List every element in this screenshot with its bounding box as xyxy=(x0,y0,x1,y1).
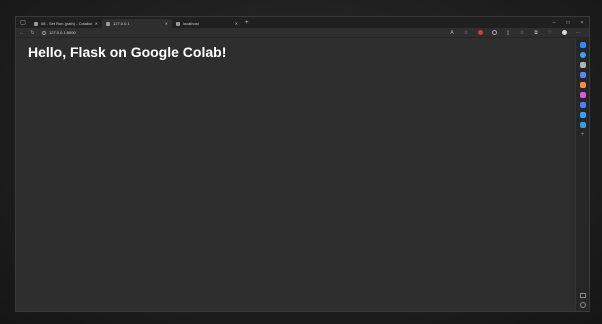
page-heading: Hello, Flask on Google Colab! xyxy=(28,44,227,60)
office-icon[interactable] xyxy=(579,92,586,98)
add-icon[interactable]: + xyxy=(580,132,586,138)
browser-essentials-icon[interactable]: ♡ xyxy=(543,28,557,38)
window-controls: – □ × xyxy=(547,17,589,28)
profile-avatar-icon[interactable] xyxy=(557,28,571,38)
address-text: 127.0.0.1:5000 xyxy=(49,30,76,35)
edge-sidebar: + xyxy=(575,38,589,311)
search-icon[interactable] xyxy=(579,52,586,58)
browser-toolbar: ← ↻ 127.0.0.1:5000 A ☆ ▯ ☆ ⧉ ♡ ⋯ xyxy=(16,28,589,38)
outlook-icon[interactable] xyxy=(579,102,586,108)
maximize-button[interactable]: □ xyxy=(561,17,575,28)
favorites-icon[interactable]: ☆ xyxy=(515,28,529,38)
tab-colab[interactable]: 08 - Set Run (path) - Colaboratory ✕ xyxy=(30,19,102,28)
page-favicon-icon xyxy=(106,21,110,26)
collections-icon[interactable]: ⧉ xyxy=(529,28,543,38)
tab-label: 127.0.0.1 xyxy=(113,21,130,26)
extension-icon[interactable] xyxy=(487,28,501,38)
tab-localhost[interactable]: localhost ✕ xyxy=(172,19,242,28)
more-options-icon[interactable]: ⋯ xyxy=(571,28,585,38)
shopping-icon[interactable] xyxy=(579,72,586,78)
colab-favicon-icon xyxy=(34,21,38,26)
split-screen-icon[interactable]: ▯ xyxy=(501,28,515,38)
settings-gear-icon[interactable] xyxy=(579,302,586,308)
tab-actions-icon[interactable]: ▢ xyxy=(16,17,30,28)
read-aloud-icon[interactable]: A xyxy=(445,28,459,38)
hide-sidebar-icon[interactable] xyxy=(579,293,586,298)
designer-icon[interactable] xyxy=(579,112,586,118)
toolbar-actions: A ☆ ▯ ☆ ⧉ ♡ ⋯ xyxy=(445,28,589,38)
tab-label: 08 - Set Run (path) - Colaboratory xyxy=(41,21,92,26)
games-icon[interactable] xyxy=(579,82,586,88)
tab-label: localhost xyxy=(183,21,199,26)
browser-window: ▢ 08 - Set Run (path) - Colaboratory ✕ 1… xyxy=(15,16,590,312)
favorite-star-icon[interactable]: ☆ xyxy=(459,28,473,38)
back-arrow-icon[interactable]: ← xyxy=(16,28,27,38)
extension-red-icon[interactable] xyxy=(473,28,487,38)
drop-icon[interactable] xyxy=(579,122,586,128)
close-icon[interactable]: ✕ xyxy=(95,21,98,26)
tab-127-0-0-1[interactable]: 127.0.0.1 ✕ xyxy=(102,19,172,28)
page-content: Hello, Flask on Google Colab! xyxy=(16,38,577,311)
copilot-icon[interactable] xyxy=(579,42,586,48)
tools-icon[interactable] xyxy=(579,62,586,68)
site-info-icon[interactable] xyxy=(42,30,46,35)
tab-strip: ▢ 08 - Set Run (path) - Colaboratory ✕ 1… xyxy=(16,17,589,28)
close-icon[interactable]: ✕ xyxy=(165,21,168,26)
close-icon[interactable]: ✕ xyxy=(235,21,238,26)
close-window-button[interactable]: × xyxy=(575,17,589,28)
address-bar[interactable]: 127.0.0.1:5000 xyxy=(42,29,76,37)
sidebar-bottom xyxy=(579,293,586,308)
refresh-icon[interactable]: ↻ xyxy=(27,28,38,38)
page-favicon-icon xyxy=(176,21,180,26)
minimize-button[interactable]: – xyxy=(547,17,561,28)
new-tab-button[interactable]: + xyxy=(245,20,249,26)
